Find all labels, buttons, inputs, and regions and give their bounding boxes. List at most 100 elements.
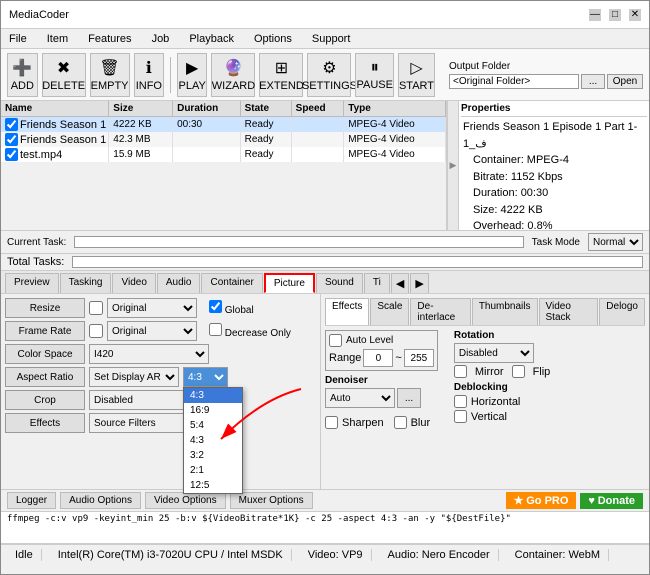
colorspace-button[interactable]: Color Space	[5, 344, 85, 364]
logger-tab[interactable]: Logger	[7, 492, 56, 509]
table-row[interactable]: Friends Season 1 episode 1 part 1... 42.…	[1, 132, 446, 147]
file-speed-cell	[291, 117, 344, 133]
range-max-input[interactable]: 255	[404, 349, 434, 367]
add-icon: ➕	[12, 58, 32, 78]
toolbar-separator	[170, 57, 171, 93]
auto-level-checkbox[interactable]	[329, 334, 342, 347]
aspectratio-preset-select[interactable]: Set Display AR	[89, 367, 179, 387]
horizontal-scrollbar[interactable]: ▶	[447, 101, 459, 230]
denoiser-select[interactable]: Auto	[325, 388, 395, 408]
aspect-dropdown-menu[interactable]: 4:3 16:9 5:4 4:3 3:2 2:1 12:5	[183, 387, 243, 494]
file-checkbox[interactable]	[5, 148, 18, 161]
gopro-button[interactable]: ★ Go PRO	[506, 492, 577, 509]
resize-button[interactable]: Resize	[5, 298, 85, 318]
right-tab-effects[interactable]: Effects	[325, 298, 369, 325]
blur-checkbox[interactable]	[394, 416, 407, 429]
right-tab-delogo[interactable]: Delogo	[599, 298, 645, 325]
delete-button[interactable]: ✖ DELETE	[42, 53, 86, 97]
right-tab-videostack[interactable]: Video Stack	[539, 298, 599, 325]
range-min-input[interactable]: 0	[363, 349, 393, 367]
col-type: Type	[344, 101, 446, 117]
tab-video[interactable]: Video	[112, 273, 155, 293]
extend-button[interactable]: ⊞ EXTEND	[259, 53, 303, 97]
settings-button[interactable]: ⚙ SETTINGS	[307, 53, 351, 97]
crop-button[interactable]: Crop	[5, 390, 85, 410]
titlebar-controls[interactable]: — □ ✕	[589, 9, 641, 21]
menu-item[interactable]: Item	[43, 31, 72, 47]
aspect-option-4-3[interactable]: 4:3	[184, 388, 242, 403]
output-folder-input[interactable]	[449, 74, 579, 89]
tab-scroll-arrow[interactable]: ◀	[391, 273, 409, 293]
aspect-option-2-1[interactable]: 2:1	[184, 463, 242, 478]
framerate-select[interactable]: Original	[107, 321, 197, 341]
tab-picture[interactable]: Picture	[264, 273, 315, 293]
info-button[interactable]: ℹ INFO	[134, 53, 165, 97]
menu-job[interactable]: Job	[148, 31, 174, 47]
flip-checkbox[interactable]	[512, 365, 525, 378]
resize-select[interactable]: Original	[107, 298, 197, 318]
tab-scroll-arrow-right[interactable]: ▶	[410, 273, 428, 293]
muxer-options-tab[interactable]: Muxer Options	[230, 492, 313, 509]
add-button[interactable]: ➕ ADD	[7, 53, 38, 97]
aspect-option-16-9[interactable]: 16:9	[184, 403, 242, 418]
framerate-checkbox[interactable]	[89, 324, 103, 338]
denoiser-config-button[interactable]: ...	[397, 388, 421, 408]
aspect-value-select[interactable]: 4:3 16:9 5:4 3:2 2:1 12:5	[183, 367, 228, 387]
menu-file[interactable]: File	[5, 31, 31, 47]
rotation-select[interactable]: Disabled	[454, 343, 534, 363]
start-label: START	[399, 80, 434, 92]
donate-button[interactable]: ♥ Donate	[580, 493, 643, 509]
decrease-only-row: Decrease Only	[209, 323, 291, 339]
right-tab-thumbnails[interactable]: Thumbnails	[472, 298, 538, 325]
start-button[interactable]: ▷ START	[398, 53, 435, 97]
tab-ti[interactable]: Ti	[364, 273, 390, 293]
aspectratio-button[interactable]: Aspect Ratio	[5, 367, 85, 387]
aspect-option-3-2[interactable]: 3:2	[184, 448, 242, 463]
colorspace-select[interactable]: I420	[89, 344, 209, 364]
global-checkbox[interactable]	[209, 300, 222, 313]
pause-button[interactable]: ⏸ PAUSE	[355, 53, 393, 97]
table-row[interactable]: Friends Season 1 Episode 1 Part 1... 422…	[1, 117, 446, 133]
horizontal-checkbox[interactable]	[454, 395, 467, 408]
minimize-button[interactable]: —	[589, 9, 601, 21]
browse-button[interactable]: ...	[581, 74, 605, 89]
maximize-button[interactable]: □	[609, 9, 621, 21]
effects-button[interactable]: Effects	[5, 413, 85, 433]
file-checkbox[interactable]	[5, 118, 18, 131]
vertical-row: Vertical	[454, 410, 550, 423]
tab-container[interactable]: Container	[201, 273, 262, 293]
tab-audio[interactable]: Audio	[157, 273, 201, 293]
decrease-only-checkbox[interactable]	[209, 323, 222, 336]
sharpen-checkbox[interactable]	[325, 416, 338, 429]
aspect-option-12-5[interactable]: 12:5	[184, 478, 242, 493]
tab-sound[interactable]: Sound	[316, 273, 363, 293]
star-icon: ★	[514, 495, 524, 507]
aspect-option-4-3-b[interactable]: 4:3	[184, 433, 242, 448]
task-mode-select[interactable]: Normal	[588, 233, 643, 251]
menu-features[interactable]: Features	[84, 31, 135, 47]
right-tab-deinterlace[interactable]: De-interlace	[410, 298, 470, 325]
menu-playback[interactable]: Playback	[185, 31, 238, 47]
file-checkbox[interactable]	[5, 133, 18, 146]
vertical-checkbox[interactable]	[454, 410, 467, 423]
play-button[interactable]: ▶ PLAY	[177, 53, 208, 97]
mirror-checkbox[interactable]	[454, 365, 467, 378]
tab-preview[interactable]: Preview	[5, 273, 59, 293]
tab-tasking[interactable]: Tasking	[60, 273, 112, 293]
sharpen-row: Sharpen Blur	[325, 416, 438, 429]
deblocking-box: Deblocking Horizontal Vertical	[454, 382, 550, 423]
menu-options[interactable]: Options	[250, 31, 296, 47]
right-tab-scale[interactable]: Scale	[370, 298, 409, 325]
open-button[interactable]: Open	[607, 74, 643, 89]
resize-checkbox[interactable]	[89, 301, 103, 315]
table-row[interactable]: test.mp4 15.9 MB Ready MPEG-4 Video	[1, 147, 446, 162]
wizard-button[interactable]: 🔮 WIZARD	[211, 53, 255, 97]
close-button[interactable]: ✕	[629, 9, 641, 21]
framerate-button[interactable]: Frame Rate	[5, 321, 85, 341]
play-icon: ▶	[186, 58, 198, 78]
menu-support[interactable]: Support	[308, 31, 355, 47]
empty-button[interactable]: 🗑 EMPTY	[90, 53, 130, 97]
aspect-option-5-4[interactable]: 5:4	[184, 418, 242, 433]
audio-options-tab[interactable]: Audio Options	[60, 492, 141, 509]
video-options-tab[interactable]: Video Options	[145, 492, 226, 509]
